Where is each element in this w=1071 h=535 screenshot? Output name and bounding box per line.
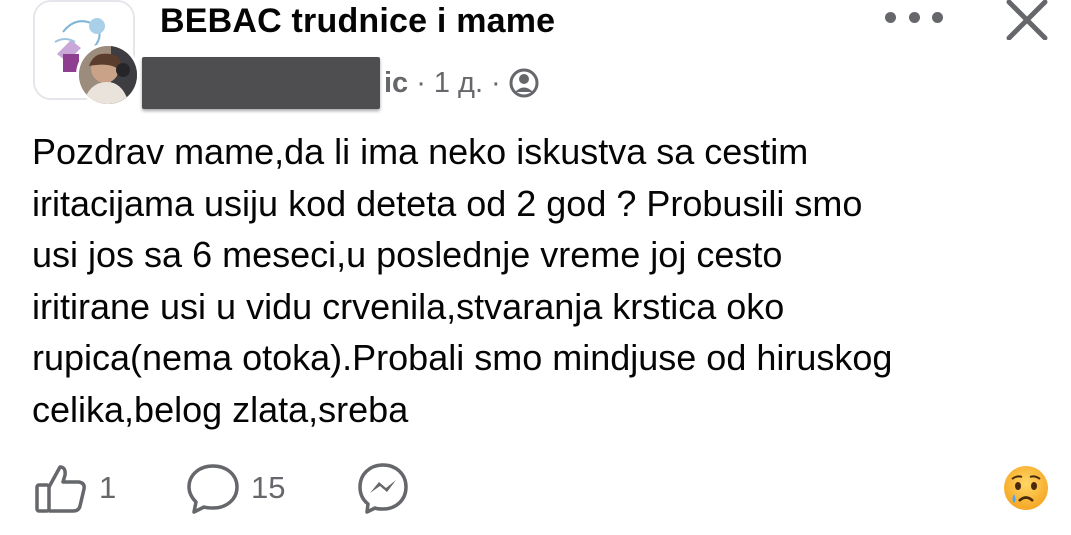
like-button[interactable]: 1 (33, 455, 116, 520)
more-options-button[interactable] (885, 2, 943, 32)
author-photo (79, 46, 137, 104)
meta-separator: · (416, 66, 426, 99)
author-name[interactable]: ic (384, 67, 408, 100)
send-button[interactable] (356, 455, 410, 520)
close-icon (1006, 0, 1048, 41)
comment-bubble-icon (187, 463, 239, 514)
comment-button[interactable]: 15 (185, 455, 285, 520)
messenger-icon (358, 462, 408, 514)
author-avatar[interactable] (76, 43, 140, 107)
crying-face-emoji (1004, 465, 1048, 510)
thumbs-up-icon (35, 464, 86, 513)
post-meta: ic · 1 д. · (142, 57, 539, 109)
group-name[interactable]: BEBAC trudnice i mame (160, 2, 555, 41)
redacted-author-name (142, 57, 380, 109)
comment-count: 15 (251, 469, 286, 505)
more-dots-icon (885, 11, 896, 23)
post-time[interactable]: 1 д. (434, 67, 483, 100)
close-button[interactable] (1003, 0, 1051, 41)
meta-separator-2: · (491, 66, 501, 99)
globe-icon (509, 68, 539, 98)
reaction-summary[interactable] (1002, 455, 1050, 520)
post-text: Pozdrav mame,da li ima neko iskustva sa … (32, 131, 893, 430)
action-bar: 1 15 (0, 455, 1071, 520)
like-count: 1 (99, 469, 117, 505)
